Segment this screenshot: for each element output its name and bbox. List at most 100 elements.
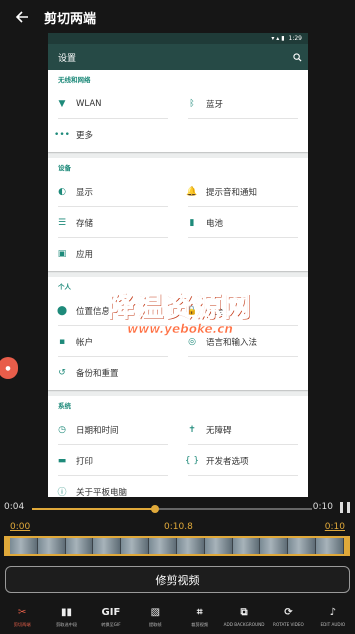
tool-label: ADD BACKGROUND [223,622,265,627]
tool-label: ROTATE VIDEO [273,622,304,627]
record-icon: ● [5,364,11,372]
settings-item[interactable]: ◷ 日期和时间 [48,414,178,445]
settings-item[interactable]: ▮ 电池 [178,207,308,238]
settings-item[interactable]: { } 开发者选项 [178,445,308,476]
settings-section: 设备 ◐ 显示 🔔 提示音和通知 ☰ 存储 ▮ 电池 ▣ 应用 [48,158,308,271]
settings-item-label: 更多 [76,130,94,141]
settings-item-label: 应用 [76,249,94,260]
tool-cut-middle[interactable]: ▮▮ 剪取选中段 [44,604,88,634]
tool-bar: ✂ 剪切两端 ▮▮ 剪取选中段 GIF 转换至GIF ▧ 提取帧 ⌗ 裁剪视频 ⧉ ADD BACKG… [0,604,355,634]
settings-item[interactable]: ••• 更多 [48,119,178,150]
preview-clock: 1:29 [288,35,302,42]
page-title: 剪切两端 [44,11,97,27]
tool-edit-audio[interactable]: ♪ EDIT AUDIO [311,604,355,634]
extract-frame-icon: ▧ [150,606,161,618]
accessibility-icon: ✝ [188,424,196,435]
video-preview[interactable]: ▾ ▴ ▮ 1:29 设置 无线和网络 ▼ WLAN ᛒ 蓝牙 ••• 更多设备 ◐ 显示 🔔 提示… [48,33,308,497]
settings-item-label: 电池 [206,218,224,229]
record-button[interactable]: ● [0,357,18,379]
current-time: 0:04 [4,502,25,512]
settings-section: 系统 ◷ 日期和时间 ✝ 无障碍 ▬ 打印 { } 开发者选项 ⓘ 关于平板电脑 [48,396,308,497]
settings-item[interactable]: ↺ 备份和重置 [48,357,178,388]
bell-icon: 🔔 [186,186,198,197]
tool-extract-frame[interactable]: ▧ 提取帧 [133,604,177,634]
settings-item[interactable]: ✝ 无障碍 [178,414,308,445]
settings-item[interactable]: 🔔 提示音和通知 [178,176,308,207]
back-button[interactable] [0,0,44,34]
section-title: 个人 [58,283,71,291]
tool-rotate-video[interactable]: ⟳ ROTATE VIDEO [266,604,310,634]
trim-start-time[interactable]: 0:00 [10,522,30,532]
preview-toolbar: 设置 [48,44,308,70]
settings-item[interactable]: ◎ 语言和输入法 [178,326,308,357]
settings-item-label: 打印 [76,456,94,467]
settings-item[interactable]: ▪ 帐户 [48,326,178,357]
tool-label: 剪取选中段 [56,622,78,627]
cut-middle-icon: ▮▮ [61,606,73,618]
settings-item[interactable]: ᛒ 蓝牙 [178,88,308,119]
trim-video-button[interactable]: 修剪视频 [5,566,350,593]
settings-item-label: 语言和输入法 [206,337,258,348]
tool-add-background[interactable]: ⧉ ADD BACKGROUND [222,604,266,634]
settings-item-label: 蓝牙 [206,99,224,110]
settings-item[interactable]: 🔒 安全 [178,295,308,326]
settings-item[interactable]: ⓘ 关于平板电脑 [48,476,178,498]
add-background-icon: ⧉ [240,606,248,618]
settings-item-label: 备份和重置 [76,368,119,379]
tool-label: 剪切两端 [13,622,31,627]
scrubber-handle[interactable] [151,505,160,513]
tool-cut-ends[interactable]: ✂ 剪切两端 [0,604,44,634]
preview-status-bar: ▾ ▴ ▮ 1:29 [48,33,308,44]
settings-item-label: 开发者选项 [206,456,249,467]
trim-range-filmstrip[interactable] [4,536,350,556]
section-title: 设备 [58,164,71,172]
edit-audio-icon: ♪ [329,606,336,618]
backup-icon: ↺ [58,367,66,378]
scrubber-progress [32,508,156,510]
section-title: 系统 [58,402,71,410]
settings-item-label: WLAN [76,98,102,109]
trim-duration: 0:10.8 [164,522,193,532]
signal-icon: ▾ ▴ ▮ [271,35,285,42]
language-icon: ◎ [188,336,196,347]
section-title: 无线和网络 [58,76,91,84]
crop-icon: ⌗ [196,606,203,618]
trim-end-time[interactable]: 0:10 [325,522,345,532]
tool-label: 裁剪视频 [191,622,209,627]
settings-section: 个人 ⬤ 位置信息 🔒 安全 ▪ 帐户 ◎ 语言和输入法 ↺ 备份和重置 [48,277,308,390]
rotate-video-icon: ⟳ [284,606,293,618]
settings-item-label: 安全 [206,306,224,317]
clock-icon: ◷ [58,424,66,435]
end-time: 0:10 [312,502,333,512]
print-icon: ▬ [57,455,67,466]
developer-icon: { } [184,455,200,466]
settings-item[interactable]: ☰ 存储 [48,207,178,238]
settings-item-label: 位置信息 [76,306,111,317]
playback-scrubber[interactable] [32,505,312,513]
battery-icon: ▮ [189,217,195,228]
tool-label: 转换至GIF [101,622,121,627]
settings-item[interactable]: ◐ 显示 [48,176,178,207]
tool-label: EDIT AUDIO [320,622,346,627]
settings-item-label: 存储 [76,218,94,229]
tool-crop[interactable]: ⌗ 裁剪视频 [178,604,222,634]
to-gif-icon: GIF [101,606,121,618]
tool-to-gif[interactable]: GIF 转换至GIF [89,604,133,634]
pause-icon [340,502,343,513]
preview-title: 设置 [58,53,77,64]
settings-item-label: 日期和时间 [76,425,119,436]
wifi-icon: ▼ [58,98,66,109]
settings-item[interactable]: ▬ 打印 [48,445,178,476]
location-icon: ⬤ [56,305,68,316]
settings-item-label: 关于平板电脑 [76,487,128,498]
settings-item[interactable]: ⬤ 位置信息 [48,295,178,326]
settings-item-label: 无障碍 [206,425,232,436]
info-icon: ⓘ [57,488,67,497]
more-icon: ••• [54,129,70,140]
settings-item-label: 提示音和通知 [206,187,258,198]
pause-button[interactable] [340,502,350,513]
security-icon: 🔒 [186,305,198,316]
settings-item[interactable]: ▣ 应用 [48,238,178,269]
account-icon: ▪ [58,336,66,347]
settings-item[interactable]: ▼ WLAN [48,88,178,119]
